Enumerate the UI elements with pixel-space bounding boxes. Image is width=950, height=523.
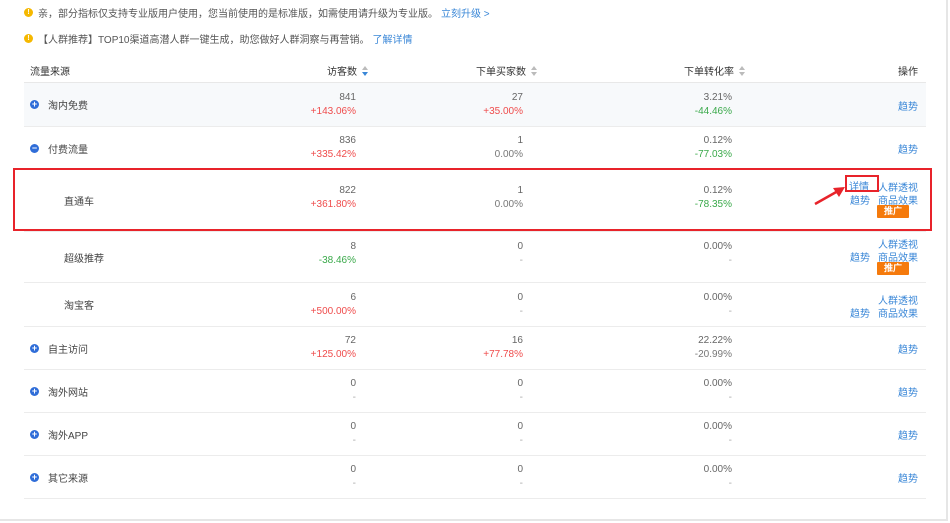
trend-link[interactable]: 趋势: [898, 384, 918, 399]
conversion-cell: 0.00% -: [703, 378, 732, 403]
sort-icon[interactable]: [739, 65, 745, 76]
visitors-cell: 8 -38.46%: [318, 241, 356, 266]
trend-link[interactable]: 趋势: [898, 470, 918, 485]
source-name[interactable]: + 淘外APP: [30, 413, 88, 455]
table-row: 淘宝客 6 +500.00% 0- 0.00% - 人群透视 趋势 商品效果: [24, 283, 926, 327]
buyers-cell: 0-: [517, 292, 523, 317]
visitors-cell: 72 +125.00%: [310, 335, 356, 360]
trend-link[interactable]: 趋势: [898, 98, 918, 113]
trend-link[interactable]: 趋势: [898, 427, 918, 442]
conversion-cell: 0.12% -77.03%: [694, 135, 732, 160]
visitors-cell: 836 +335.42%: [310, 135, 356, 160]
conversion-cell: 0.00% -: [703, 464, 732, 489]
detail-highlight-box: [845, 175, 879, 192]
expand-icon[interactable]: +: [30, 429, 39, 439]
visitors-cell: 0-: [350, 464, 356, 489]
trend-link[interactable]: 趋势: [898, 341, 918, 356]
source-name[interactable]: + 淘内免费: [30, 83, 88, 126]
buyers-cell: 1 0.00%: [494, 135, 523, 160]
sort-icon[interactable]: [531, 65, 537, 76]
trend-link[interactable]: 趋势: [850, 249, 870, 264]
header-ops: 操作: [898, 67, 918, 78]
expand-icon[interactable]: +: [30, 386, 39, 396]
highlight-box: [13, 168, 932, 231]
header-source: 流量来源: [30, 67, 70, 78]
source-name[interactable]: + 其它来源: [30, 456, 88, 498]
buyers-cell: 0-: [517, 421, 523, 446]
header-buyers[interactable]: 下单买家数: [476, 63, 537, 78]
warning-icon: !: [24, 33, 33, 43]
table-row: + 淘外APP 0- 0- 0.00% - 趋势: [24, 413, 926, 456]
table-row: − 付费流量 836 +335.42% 1 0.00% 0.12% -77.03% 趋…: [24, 127, 926, 170]
learn-more-link[interactable]: 了解详情: [373, 31, 413, 46]
table-row: + 其它来源 0- 0- 0.00% - 趋势: [24, 456, 926, 499]
table-header: 流量来源 访客数 下单买家数 下单转化率 操作: [24, 58, 926, 83]
table-row: + 淘内免费 841 +143.06% 27 +35.00% 3.21% -44.46…: [24, 83, 926, 127]
crowd-notice-text: 【人群推荐】TOP10渠道高潜人群一键生成，助您做好人群洞察与再营销。: [38, 34, 370, 46]
crowd-notice: ! 【人群推荐】TOP10渠道高潜人群一键生成，助您做好人群洞察与再营销。 了解…: [24, 31, 413, 46]
source-name[interactable]: + 自主访问: [30, 327, 88, 369]
header-conversion[interactable]: 下单转化率: [684, 63, 745, 78]
buyers-cell: 27 +35.00%: [483, 92, 523, 117]
source-name: 超级推荐: [64, 253, 104, 265]
expand-icon[interactable]: +: [30, 343, 39, 353]
header-visitors[interactable]: 访客数: [327, 63, 368, 78]
buyers-cell: 0-: [517, 464, 523, 489]
source-name[interactable]: − 付费流量: [30, 127, 88, 169]
table-row: 超级推荐 8 -38.46% 0- 0.00% - 人群透视 趋势 商品效果 推广: [24, 232, 926, 283]
sort-icon[interactable]: [362, 65, 368, 76]
buyers-cell: 0-: [517, 241, 523, 266]
buyers-cell: 16 +77.78%: [483, 335, 523, 360]
promote-button[interactable]: 推广: [877, 262, 910, 275]
visitors-cell: 0-: [350, 421, 356, 446]
trend-link[interactable]: 趋势: [898, 141, 918, 156]
table-row: + 淘外网站 0- 0- 0.00% - 趋势: [24, 370, 926, 413]
collapse-icon[interactable]: −: [30, 143, 39, 153]
conversion-cell: 3.21% -44.46%: [694, 92, 732, 117]
trend-link[interactable]: 趋势: [850, 305, 870, 320]
conversion-cell: 22.22% -20.99%: [694, 335, 732, 360]
expand-icon[interactable]: +: [30, 100, 39, 109]
conversion-cell: 0.00% -: [703, 241, 732, 266]
goods-effect-link[interactable]: 商品效果: [878, 305, 918, 320]
buyers-cell: 0-: [517, 378, 523, 403]
conversion-cell: 0.00% -: [703, 421, 732, 446]
visitors-cell: 841 +143.06%: [310, 92, 356, 117]
upgrade-link[interactable]: 立刻升级 >: [441, 5, 490, 20]
visitors-cell: 6 +500.00%: [310, 292, 356, 317]
expand-icon[interactable]: +: [30, 472, 39, 482]
arrow-icon: [814, 187, 845, 206]
source-name: 淘宝客: [64, 301, 94, 312]
upgrade-notice-text: 亲，部分指标仅支持专业版用户使用，您当前使用的是标准版，如需使用请升级为专业版。: [38, 8, 438, 20]
source-name[interactable]: + 淘外网站: [30, 370, 88, 412]
visitors-cell: 0-: [350, 378, 356, 403]
conversion-cell: 0.00% -: [703, 292, 732, 317]
warning-icon: !: [24, 7, 33, 17]
upgrade-notice: ! 亲，部分指标仅支持专业版用户使用，您当前使用的是标准版，如需使用请升级为专业…: [24, 5, 490, 20]
table-row: + 自主访问 72 +125.00% 16 +77.78% 22.22% -20.99…: [24, 327, 926, 370]
